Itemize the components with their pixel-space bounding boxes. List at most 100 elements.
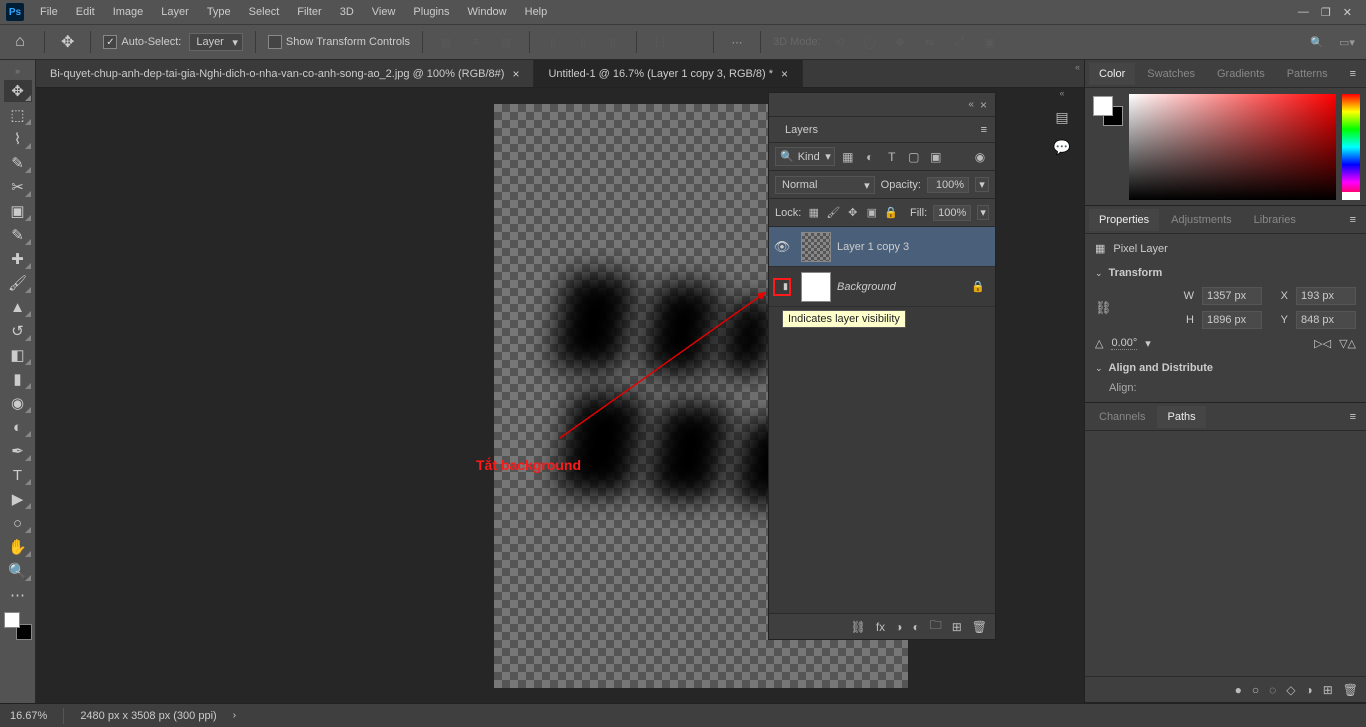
filter-shape-icon[interactable]: ▢ xyxy=(905,148,923,166)
lasso-tool[interactable]: ⌇ xyxy=(4,128,32,150)
minimize-button[interactable]: — xyxy=(1298,6,1309,19)
height-input[interactable]: 1896 px xyxy=(1202,311,1262,329)
edit-toolbar[interactable]: ⋯ xyxy=(4,584,32,606)
show-transform-checkbox[interactable]: Show Transform Controls xyxy=(268,35,410,49)
type-tool[interactable]: T xyxy=(4,464,32,486)
color-picker-field[interactable] xyxy=(1129,94,1336,200)
document-dimensions[interactable]: 2480 px x 3508 px (300 ppi) xyxy=(80,710,216,722)
expand-toolbar-grip[interactable]: » xyxy=(15,66,20,76)
align-bottom-icon[interactable]: ▯ xyxy=(602,31,624,53)
blur-tool[interactable]: ◉ xyxy=(4,392,32,414)
align-middle-v-icon[interactable]: ▯ xyxy=(572,31,594,53)
align-left-icon[interactable]: ▤ xyxy=(435,31,457,53)
link-layers-icon[interactable]: ⛓ xyxy=(851,620,866,634)
opacity-dropdown-icon[interactable]: ▾ xyxy=(975,177,989,192)
layer-visibility-toggle[interactable]: 👁 xyxy=(774,239,791,255)
align-top-icon[interactable]: ▯ xyxy=(542,31,564,53)
layer-fx-icon[interactable]: fx xyxy=(876,620,885,634)
width-input[interactable]: 1357 px xyxy=(1202,287,1262,305)
filter-type-icon[interactable]: T xyxy=(883,148,901,166)
lock-all-icon[interactable]: 🔒 xyxy=(884,205,898,221)
filter-toggle-icon[interactable]: ◉ xyxy=(971,148,989,166)
gradients-tab[interactable]: Gradients xyxy=(1207,63,1275,85)
history-brush-tool[interactable]: ↺ xyxy=(4,320,32,342)
hand-tool[interactable]: ✋ xyxy=(4,536,32,558)
frame-tool[interactable]: ▣ xyxy=(4,200,32,222)
menu-help[interactable]: Help xyxy=(517,3,556,21)
menu-view[interactable]: View xyxy=(364,3,404,21)
flip-horizontal-icon[interactable]: ▷◁ xyxy=(1314,337,1331,350)
history-panel-icon[interactable]: ▤ xyxy=(1051,106,1073,128)
distribute-v-icon[interactable]: ┄ xyxy=(679,31,701,53)
menu-window[interactable]: Window xyxy=(460,3,515,21)
panel-menu-icon[interactable]: ≡ xyxy=(1344,411,1362,423)
layer-name[interactable]: Layer 1 copy 3 xyxy=(837,241,995,253)
eraser-tool[interactable]: ◧ xyxy=(4,344,32,366)
color-tab[interactable]: Color xyxy=(1089,63,1135,85)
search-icon[interactable]: 🔍 xyxy=(1306,31,1328,53)
document-tab-0[interactable]: Bi-quyet-chup-anh-dep-tai-gia-Nghi-dich-… xyxy=(36,60,534,87)
fg-bg-swatch[interactable] xyxy=(4,612,32,640)
properties-tab[interactable]: Properties xyxy=(1089,209,1159,231)
marquee-tool[interactable]: ⬚ xyxy=(4,104,32,126)
comments-panel-icon[interactable]: 💬 xyxy=(1051,136,1073,158)
document-tab-1[interactable]: Untitled-1 @ 16.7% (Layer 1 copy 3, RGB/… xyxy=(534,60,803,87)
lock-paint-icon[interactable]: 🖌 xyxy=(826,205,840,221)
libraries-tab[interactable]: Libraries xyxy=(1244,209,1306,231)
panel-menu-icon[interactable]: ≡ xyxy=(1344,68,1362,80)
layer-visibility-toggle[interactable]: ▮ xyxy=(773,278,791,296)
layer-thumbnail[interactable] xyxy=(801,232,831,262)
expand-right-grip[interactable]: « xyxy=(1075,62,1080,72)
filter-adjust-icon[interactable]: ◐ xyxy=(861,148,879,166)
layer-mask-icon[interactable]: ◑ xyxy=(895,620,902,634)
rotation-dropdown-icon[interactable]: ▾ xyxy=(1145,337,1151,350)
close-button[interactable]: ✕ xyxy=(1343,6,1352,19)
flip-vertical-icon[interactable]: ▽△ xyxy=(1339,337,1356,350)
lock-transparency-icon[interactable]: ▦ xyxy=(807,205,820,221)
path-to-selection-icon[interactable]: ◌ xyxy=(1269,683,1276,697)
menu-file[interactable]: File xyxy=(32,3,66,21)
filter-pixel-icon[interactable]: ▦ xyxy=(839,148,857,166)
maximize-button[interactable]: ❐ xyxy=(1321,6,1331,19)
color-fg-bg-swatch[interactable] xyxy=(1091,94,1123,200)
fill-dropdown-icon[interactable]: ▾ xyxy=(977,205,989,220)
delete-path-icon[interactable]: 🗑 xyxy=(1343,683,1358,697)
fill-input[interactable]: 100% xyxy=(933,205,971,221)
channels-tab[interactable]: Channels xyxy=(1089,406,1155,428)
menu-plugins[interactable]: Plugins xyxy=(405,3,457,21)
layer-thumbnail[interactable] xyxy=(801,272,831,302)
quick-select-tool[interactable]: ✎ xyxy=(4,152,32,174)
menu-image[interactable]: Image xyxy=(105,3,152,21)
y-input[interactable]: 848 px xyxy=(1296,311,1356,329)
x-input[interactable]: 193 px xyxy=(1296,287,1356,305)
menu-type[interactable]: Type xyxy=(199,3,239,21)
rotation-input[interactable]: 0.00° xyxy=(1111,337,1137,350)
menu-3d[interactable]: 3D xyxy=(332,3,362,21)
paths-tab[interactable]: Paths xyxy=(1157,406,1205,428)
mask-from-path-icon[interactable]: ◑ xyxy=(1305,683,1312,697)
close-tab-icon[interactable]: × xyxy=(781,67,788,81)
zoom-level[interactable]: 16.67% xyxy=(10,710,47,722)
collapse-panel-icon[interactable]: « xyxy=(968,99,974,110)
menu-layer[interactable]: Layer xyxy=(153,3,197,21)
workspace-switcher-icon[interactable]: ▭▾ xyxy=(1336,31,1358,53)
new-layer-icon[interactable]: ⊞ xyxy=(952,620,962,634)
swatches-tab[interactable]: Swatches xyxy=(1137,63,1205,85)
shape-tool[interactable]: ○ xyxy=(4,512,32,534)
distribute-h-icon[interactable]: ┆┆ xyxy=(649,31,671,53)
more-align-icon[interactable]: ⋯ xyxy=(726,31,748,53)
link-wh-icon[interactable]: ⛓ xyxy=(1095,300,1113,316)
lock-artboard-icon[interactable]: ▣ xyxy=(865,205,878,221)
lock-position-icon[interactable]: ✥ xyxy=(846,205,859,221)
panel-menu-icon[interactable]: ≡ xyxy=(981,124,987,136)
group-layers-icon[interactable]: 🗀 xyxy=(930,616,942,637)
patterns-tab[interactable]: Patterns xyxy=(1277,63,1338,85)
align-section-toggle[interactable]: ⌄ Align and Distribute xyxy=(1095,362,1356,374)
path-select-tool[interactable]: ▶ xyxy=(4,488,32,510)
auto-select-checkbox[interactable]: Auto-Select: xyxy=(103,35,181,49)
fill-path-icon[interactable]: ● xyxy=(1235,683,1242,697)
pen-tool[interactable]: ✒ xyxy=(4,440,32,462)
brush-tool[interactable]: 🖌 xyxy=(4,272,32,294)
opacity-input[interactable]: 100% xyxy=(927,177,969,193)
gradient-tool[interactable]: ▮ xyxy=(4,368,32,390)
